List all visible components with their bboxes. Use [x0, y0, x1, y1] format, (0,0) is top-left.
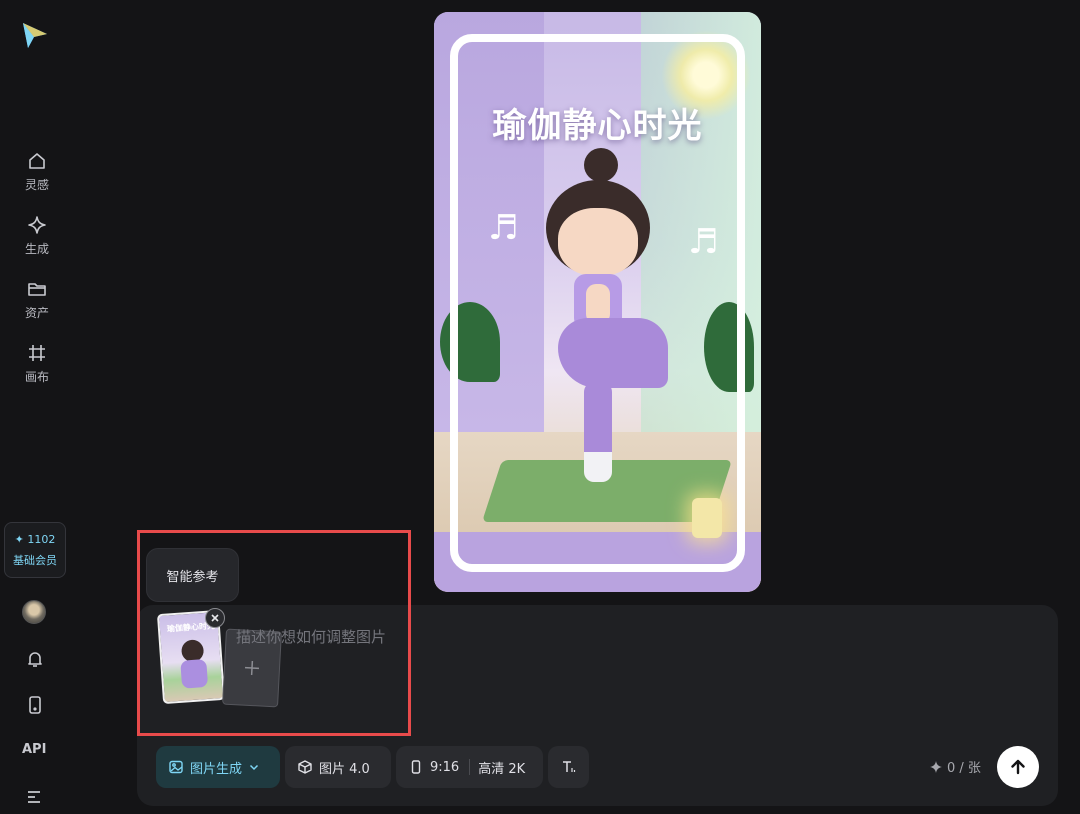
credit-points-value: 1102: [27, 532, 56, 546]
ratio-quality-selector[interactable]: 9:16 高清 2K: [396, 746, 543, 788]
home-icon: [29, 153, 45, 169]
avatar[interactable]: [22, 600, 46, 624]
sparkle-icon: [930, 760, 942, 773]
portrait-ratio-icon: [411, 760, 421, 774]
cube-icon: [298, 760, 312, 774]
music-note-icon: ♬: [688, 222, 719, 262]
mobile-device-icon[interactable]: [24, 694, 46, 716]
remove-reference-button[interactable]: [205, 608, 225, 628]
nav-assets[interactable]: 资产: [12, 278, 62, 332]
quality-label: 高清 2K: [478, 761, 526, 777]
canvas-grid-icon: [29, 345, 45, 361]
plus-icon: [244, 660, 260, 676]
generation-mode-dropdown[interactable]: 图片生成: [156, 746, 280, 788]
app-logo[interactable]: [20, 20, 50, 50]
smart-reference-popover[interactable]: 智能参考: [146, 548, 239, 602]
credit-points: ✦ 1102: [14, 532, 56, 546]
ratio-label: 9:16: [430, 759, 460, 775]
generated-image-preview[interactable]: 瑜伽静心时光 ♬ ♬: [434, 12, 761, 592]
api-link[interactable]: API: [22, 742, 46, 757]
close-icon: [211, 614, 219, 622]
nav-label: 生成: [24, 242, 49, 256]
folder-icon: [28, 283, 46, 296]
text-style-button[interactable]: [548, 746, 589, 788]
sidebar: 灵感 生成 资产 画布 ✦ 1102 基础会员 API: [0, 0, 72, 814]
nav-canvas[interactable]: 画布: [12, 342, 62, 396]
mode-label: 图片生成: [190, 761, 243, 777]
divider: [469, 759, 471, 775]
model-label: 图片 4.0: [319, 761, 370, 777]
send-button[interactable]: [997, 746, 1039, 788]
menu-icon[interactable]: [24, 786, 46, 808]
nav-label: 资产: [24, 306, 49, 320]
nav-inspiration[interactable]: 灵感: [12, 150, 62, 204]
membership-card[interactable]: ✦ 1102 基础会员: [4, 522, 66, 578]
image-title: 瑜伽静心时光: [492, 106, 703, 146]
nav-label: 灵感: [24, 178, 49, 192]
nav-generate[interactable]: 生成: [12, 214, 62, 268]
chevron-down-icon: [249, 764, 259, 771]
diamond-icon: [28, 216, 46, 234]
model-selector[interactable]: 图片 4.0: [285, 746, 391, 788]
app-root: 灵感 生成 资产 画布 ✦ 1102 基础会员 API 瑜伽静心时光 ♬ ♬ 智…: [0, 0, 1080, 814]
prompt-input[interactable]: [236, 624, 996, 650]
credit-cost-label: 0 / 张: [947, 761, 981, 776]
thumbnail-figure-body: [180, 658, 209, 689]
nav-label: 画布: [24, 370, 49, 384]
bell-icon[interactable]: [24, 648, 46, 670]
text-format-icon: [562, 761, 575, 772]
credit-cost: 0 / 张: [930, 757, 981, 776]
arrow-up-icon: [1011, 759, 1025, 775]
membership-level: 基础会员: [13, 553, 57, 567]
music-note-icon: ♬: [488, 208, 519, 248]
image-generate-icon: [169, 760, 183, 774]
